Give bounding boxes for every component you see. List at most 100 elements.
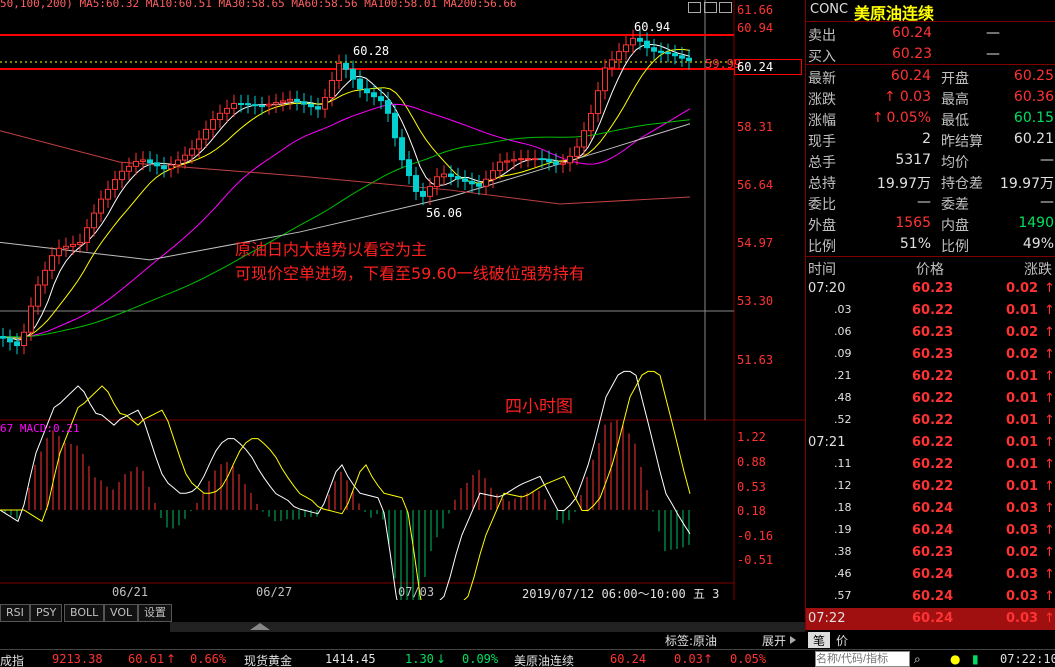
- candle-body: [343, 62, 349, 70]
- tick-row[interactable]: .18 60.24 0.03 ↑: [806, 498, 1055, 520]
- tick-time: .57: [834, 589, 852, 602]
- index-name[interactable]: 成指: [0, 652, 24, 667]
- tick-change: 0.01: [1006, 413, 1039, 428]
- quote-label: 委差: [941, 197, 969, 213]
- date-axis-label: 07/03: [398, 585, 435, 599]
- tick-row[interactable]: .11 60.22 0.01 ↑: [806, 454, 1055, 476]
- sell-label: 卖出: [808, 28, 836, 44]
- tab-psy[interactable]: PSY: [30, 604, 63, 622]
- tick-row[interactable]: .46 60.24 0.03 ↑: [806, 564, 1055, 586]
- candle-body: [182, 154, 188, 161]
- tick-row[interactable]: 07:22 60.24 0.03 ↑: [806, 608, 1055, 630]
- tab-settings[interactable]: 设置: [138, 604, 172, 622]
- candle-body: [287, 98, 293, 102]
- quote-value: —: [1040, 152, 1054, 168]
- price-axis-label: 54.97: [737, 236, 774, 250]
- tick-row[interactable]: .21 60.22 0.01 ↑: [806, 366, 1055, 388]
- tick-row[interactable]: .03 60.22 0.01 ↑: [806, 300, 1055, 322]
- tick-change: 0.01: [1006, 303, 1039, 318]
- up-arrow-icon: ↑: [1044, 391, 1055, 406]
- tick-time: .12: [834, 479, 852, 492]
- chart-window-icon[interactable]: [704, 2, 717, 13]
- up-arrow-icon: ↑: [1044, 303, 1055, 318]
- tick-row[interactable]: .09 60.23 0.02 ↑: [806, 344, 1055, 366]
- price-axis-label: 61.66: [737, 3, 774, 17]
- candle-body: [525, 158, 531, 161]
- candle-body: [588, 113, 594, 132]
- ma10-line: [0, 48, 691, 339]
- tab-rsi[interactable]: RSI: [0, 604, 30, 622]
- item1-value: 60.61: [128, 652, 165, 666]
- candle-body: [616, 51, 622, 61]
- quote-value: —: [917, 194, 931, 210]
- tick-header-time: 时间: [808, 262, 836, 278]
- chart-period-title: 四小时图: [505, 397, 573, 417]
- candlestick-chart[interactable]: [0, 0, 805, 600]
- tick-price: 60.24: [912, 501, 954, 516]
- tab-boll[interactable]: BOLL: [64, 604, 105, 622]
- candle-body: [595, 90, 601, 115]
- candle-body: [672, 53, 678, 57]
- candle-body: [546, 158, 552, 163]
- buy-label: 买入: [808, 49, 836, 65]
- up-arrow-icon: ↑: [703, 652, 714, 666]
- tick-row[interactable]: .12 60.22 0.01 ↑: [806, 476, 1055, 498]
- tick-time: .11: [834, 457, 852, 470]
- tick-row[interactable]: .06 60.23 0.02 ↑: [806, 322, 1055, 344]
- up-arrow-icon: ↑: [1044, 523, 1055, 538]
- candle-body: [14, 341, 20, 347]
- candle-body: [322, 97, 328, 110]
- tick-row[interactable]: .57 60.24 0.03 ↑: [806, 586, 1055, 608]
- quote-value: 51%: [899, 236, 931, 252]
- tick-row[interactable]: .19 60.24 0.03 ↑: [806, 520, 1055, 542]
- candle-body: [581, 130, 587, 148]
- candle-body: [105, 188, 111, 200]
- tick-tab-bi[interactable]: 笔: [808, 632, 830, 648]
- expand-arrow-icon[interactable]: [790, 636, 796, 644]
- tick-row[interactable]: .48 60.22 0.01 ↑: [806, 388, 1055, 410]
- expand-button[interactable]: 展开: [762, 632, 786, 649]
- tick-change: 0.03: [1006, 501, 1039, 516]
- candle-body: [203, 128, 209, 140]
- quote-label: 内盘: [941, 218, 969, 234]
- tick-row[interactable]: 07:21 60.22 0.01 ↑: [806, 432, 1055, 454]
- candle-body: [399, 137, 405, 161]
- main-chart-area[interactable]: 50,100,200) MA5:60.32 MA10:60.51 MA30:58…: [0, 0, 805, 601]
- up-arrow-icon: ↑: [166, 652, 177, 666]
- candle-body: [21, 331, 27, 347]
- candle-body: [497, 161, 503, 172]
- tick-row[interactable]: .52 60.22 0.01 ↑: [806, 410, 1055, 432]
- search-input[interactable]: [815, 651, 910, 667]
- item2-name[interactable]: 现货黄金: [244, 652, 292, 667]
- tag-label[interactable]: 标签:原油: [665, 632, 717, 649]
- quote-label: 比例: [941, 239, 969, 255]
- candle-body: [266, 103, 272, 107]
- search-icon[interactable]: ⌕: [914, 652, 921, 667]
- item3-name[interactable]: 美原油连续: [514, 652, 574, 667]
- candle-body: [462, 178, 468, 182]
- candle-body: [91, 212, 97, 229]
- tick-row[interactable]: .38 60.23 0.02 ↑: [806, 542, 1055, 564]
- tick-tab-jia[interactable]: 价: [836, 632, 848, 649]
- candle-body: [385, 100, 391, 114]
- tick-price: 60.22: [912, 303, 954, 318]
- candle-body: [175, 159, 181, 166]
- quote-label: 总手: [808, 155, 836, 171]
- chart-settings-icon[interactable]: [688, 2, 701, 13]
- notify-icon[interactable]: ●: [950, 652, 960, 666]
- tick-row[interactable]: 07:20 60.23 0.02 ↑: [806, 278, 1055, 300]
- up-arrow-icon: ↑: [1044, 567, 1055, 582]
- candle-body: [273, 102, 279, 105]
- quote-row: 总持 19.97万 持仓差 19.97万: [806, 171, 1055, 192]
- down-arrow-icon: ↓: [436, 652, 447, 666]
- signal-icon: ▮: [972, 652, 979, 666]
- item3-pct: 0.05%: [730, 652, 767, 666]
- tab-vol[interactable]: VOL: [104, 604, 139, 622]
- scroll-up-arrow-icon[interactable]: [250, 623, 270, 630]
- candle-body: [196, 138, 202, 150]
- candle-body: [210, 119, 216, 130]
- quote-value: 49%: [1022, 236, 1054, 252]
- tick-header-price: 价格: [916, 262, 944, 278]
- price-axis-label: 60.94: [737, 21, 774, 35]
- chart-expand-icon[interactable]: [719, 2, 732, 13]
